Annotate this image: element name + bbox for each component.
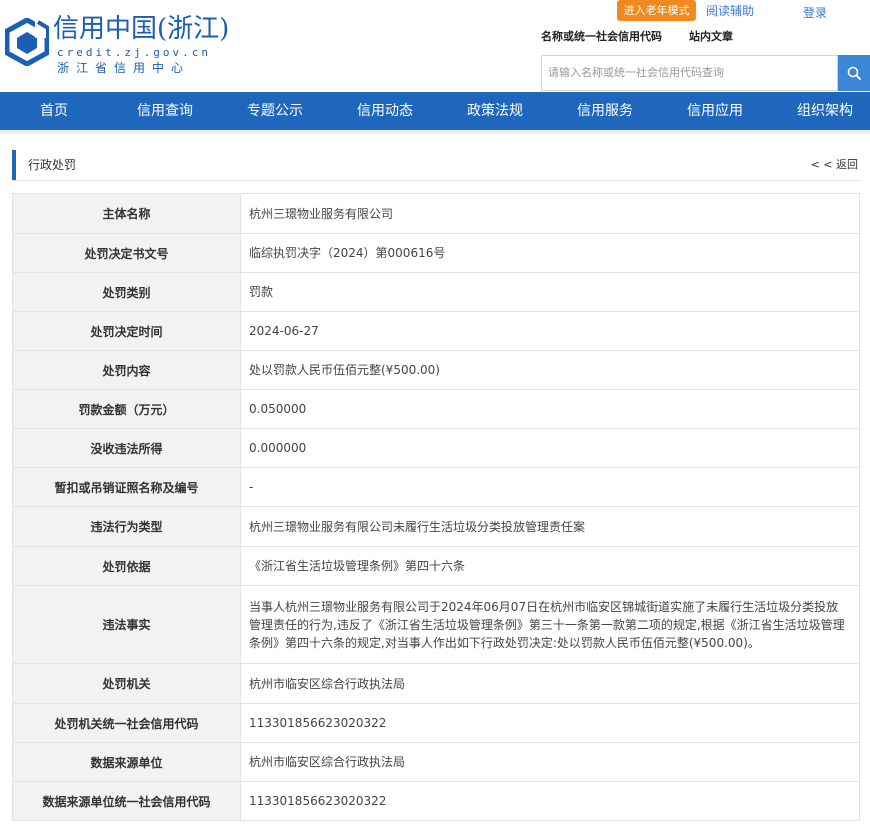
row-label: 罚款金额（万元） [12, 389, 241, 429]
site-logo[interactable]: 信用中国(浙江) credit.zj.gov.cn 浙江省信用中心 [5, 12, 235, 75]
row-value: 0.050000 [240, 389, 860, 429]
row-label: 数据来源单位统一社会信用代码 [12, 781, 241, 821]
row-value: 《浙江省生活垃圾管理条例》第四十六条 [240, 546, 860, 586]
logo-subtitle: 浙江省信用中心 [57, 61, 191, 75]
row-label: 处罚机关统一社会信用代码 [12, 703, 241, 743]
table-row: 处罚内容 处以罚款人民币伍佰元整(¥500.00) [12, 350, 860, 390]
row-value: 临综执罚决字（2024）第000616号 [240, 233, 860, 273]
section-header: 行政处罚 < < 返回 [12, 150, 860, 180]
row-label: 暂扣或吊销证照名称及编号 [12, 467, 241, 507]
row-value: 当事人杭州三璟物业服务有限公司于2024年06月07日在杭州市临安区锦城街道实施… [240, 585, 860, 664]
main-nav: 首页 信用查询 专题公示 信用动态 政策法规 信用服务 信用应用 组织架构 [0, 92, 870, 130]
row-label: 处罚机关 [12, 663, 241, 704]
read-assist-link[interactable]: 阅读辅助 [706, 2, 754, 19]
nav-item-policy[interactable]: 政策法规 [467, 92, 523, 130]
row-label: 数据来源单位 [12, 742, 241, 782]
row-value: 2024-06-27 [240, 311, 860, 351]
login-link[interactable]: 登录 [803, 4, 827, 21]
section-accent-bar [12, 150, 16, 180]
table-row: 违法事实 当事人杭州三璟物业服务有限公司于2024年06月07日在杭州市临安区锦… [12, 585, 860, 664]
table-row: 处罚类别 罚款 [12, 272, 860, 312]
table-row: 暂扣或吊销证照名称及编号 - [12, 467, 860, 507]
nav-item-credit-service[interactable]: 信用服务 [577, 92, 633, 130]
section-divider [12, 180, 860, 181]
elder-mode-button[interactable]: 进入老年模式 [617, 0, 696, 21]
row-label: 没收违法所得 [12, 428, 241, 468]
section-title: 行政处罚 [28, 158, 77, 172]
back-link[interactable]: < < 返回 [811, 150, 858, 180]
row-value: - [240, 467, 860, 507]
table-row: 违法行为类型 杭州三璟物业服务有限公司未履行生活垃圾分类投放管理责任案 [12, 506, 860, 547]
row-value: 处以罚款人民币伍佰元整(¥500.00) [240, 350, 860, 390]
search-input[interactable]: 请输入名称或统一社会信用代码查询 [541, 55, 838, 91]
row-label: 主体名称 [12, 193, 241, 234]
nav-item-credit-application[interactable]: 信用应用 [687, 92, 743, 130]
table-row: 罚款金额（万元） 0.050000 [12, 389, 860, 429]
row-value: 杭州市临安区综合行政执法局 [240, 663, 860, 704]
nav-item-home[interactable]: 首页 [40, 92, 68, 130]
table-row: 处罚决定时间 2024-06-27 [12, 311, 860, 351]
row-value: 罚款 [240, 272, 860, 312]
row-label: 处罚类别 [12, 272, 241, 312]
table-row: 处罚机关统一社会信用代码 113301856623020322 [12, 703, 860, 743]
table-row: 数据来源单位统一社会信用代码 113301856623020322 [12, 781, 860, 821]
table-row: 处罚决定书文号 临综执罚决字（2024）第000616号 [12, 233, 860, 273]
row-label: 处罚决定时间 [12, 311, 241, 351]
row-value: 113301856623020322 [240, 703, 860, 743]
row-value: 0.000000 [240, 428, 860, 468]
penalty-detail-table: 主体名称 杭州三璟物业服务有限公司 处罚决定书文号 临综执罚决字（2024）第0… [12, 193, 860, 821]
row-label: 处罚决定书文号 [12, 233, 241, 273]
nav-item-special-notice[interactable]: 专题公示 [247, 92, 303, 130]
logo-title: 信用中国(浙江) [53, 14, 230, 44]
search-icon [847, 66, 861, 80]
row-label: 违法行为类型 [12, 506, 241, 547]
site-header: 信用中国(浙江) credit.zj.gov.cn 浙江省信用中心 进入老年模式… [0, 0, 870, 92]
nav-divider [0, 130, 870, 134]
nav-item-organization[interactable]: 组织架构 [797, 92, 853, 130]
row-label: 处罚依据 [12, 546, 241, 586]
table-row: 处罚机关 杭州市临安区综合行政执法局 [12, 663, 860, 704]
table-row: 数据来源单位 杭州市临安区综合行政执法局 [12, 742, 860, 782]
logo-url: credit.zj.gov.cn [57, 46, 211, 59]
logo-emblem-icon [5, 18, 49, 66]
search-tab-name-code[interactable]: 名称或统一社会信用代码 [541, 28, 662, 44]
row-value: 杭州三璟物业服务有限公司未履行生活垃圾分类投放管理责任案 [240, 506, 860, 547]
row-label: 违法事实 [12, 585, 241, 664]
search-button[interactable] [838, 55, 870, 91]
row-value: 杭州三璟物业服务有限公司 [240, 193, 860, 234]
table-row: 主体名称 杭州三璟物业服务有限公司 [12, 193, 860, 234]
search-tab-articles[interactable]: 站内文章 [689, 28, 733, 44]
table-row: 没收违法所得 0.000000 [12, 428, 860, 468]
row-label: 处罚内容 [12, 350, 241, 390]
nav-item-credit-news[interactable]: 信用动态 [357, 92, 413, 130]
row-value: 杭州市临安区综合行政执法局 [240, 742, 860, 782]
table-row: 处罚依据 《浙江省生活垃圾管理条例》第四十六条 [12, 546, 860, 586]
nav-item-credit-query[interactable]: 信用查询 [137, 92, 193, 130]
row-value: 113301856623020322 [240, 781, 860, 821]
